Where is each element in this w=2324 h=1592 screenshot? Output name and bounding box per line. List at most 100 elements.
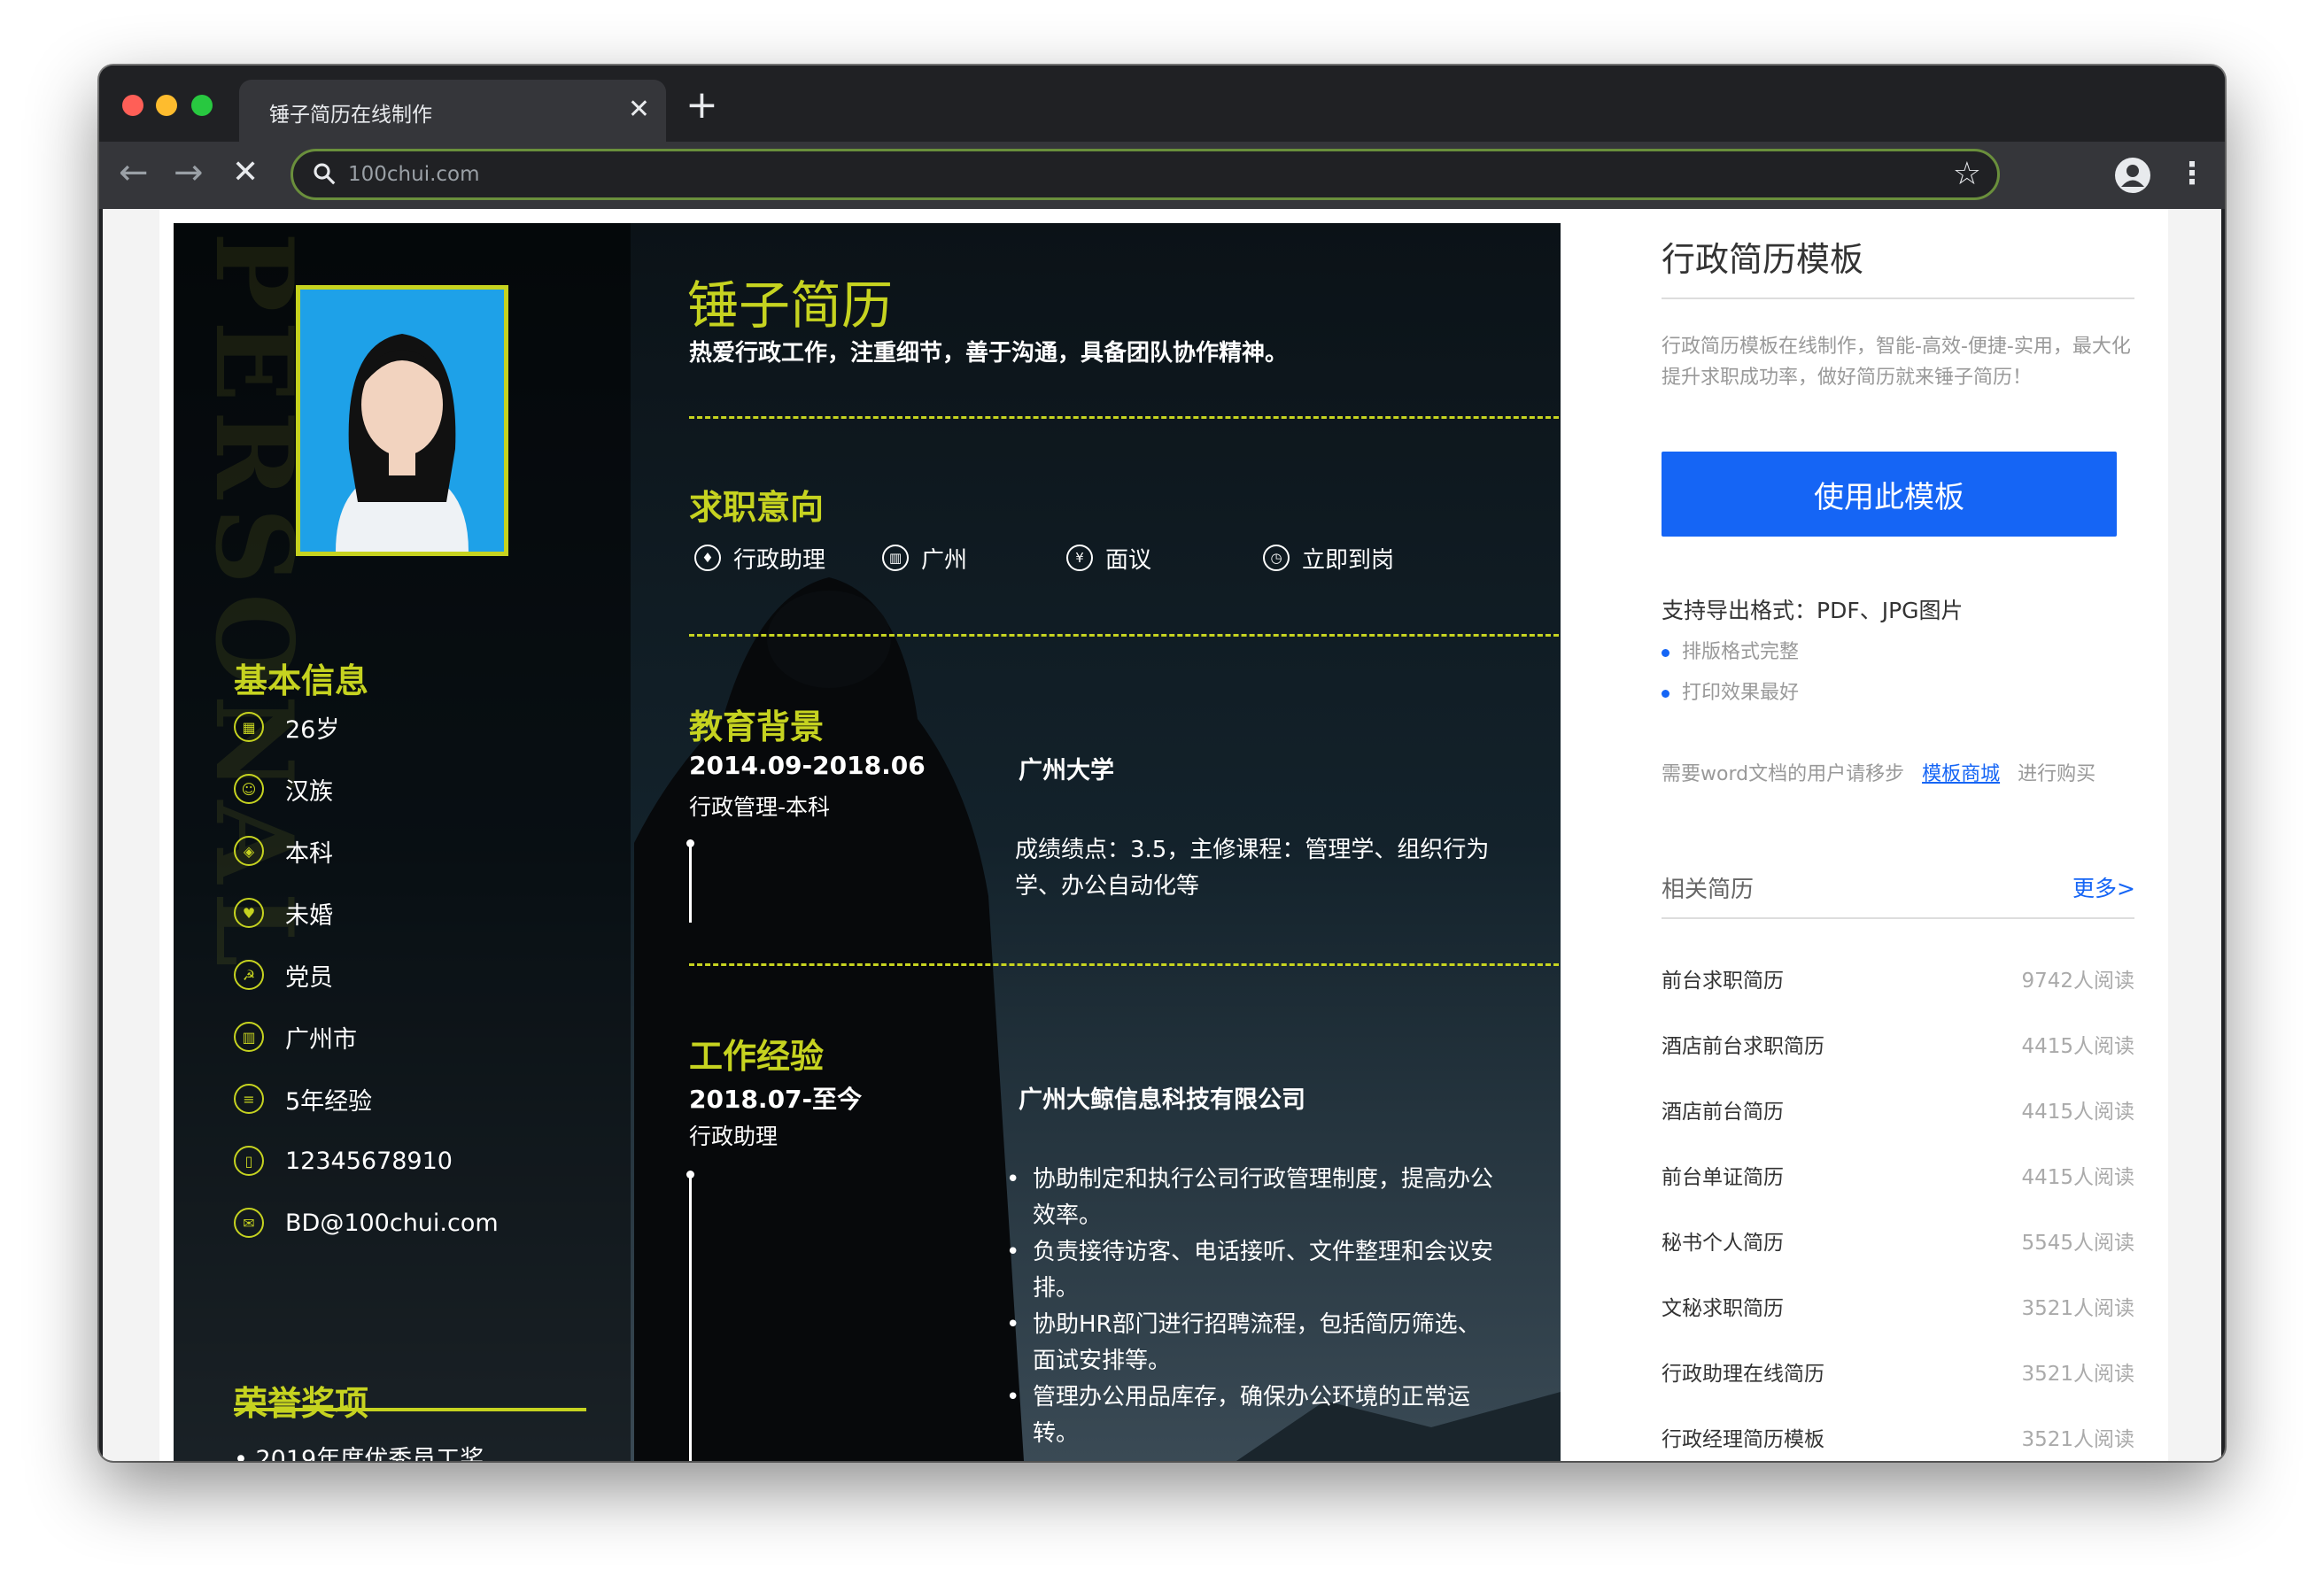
section-title-work: 工作经验 — [689, 1037, 825, 1076]
back-button[interactable]: ← — [119, 151, 149, 195]
divider — [1662, 298, 2134, 299]
section-title-honors: 荣誉奖项 — [234, 1384, 369, 1423]
close-window-button[interactable] — [122, 95, 143, 116]
related-resume-name[interactable]: 行政经理简历模板 — [1662, 1422, 1824, 1452]
building-icon: ▥ — [882, 545, 909, 571]
related-resume-name[interactable]: 秘书个人简历 — [1662, 1225, 1784, 1256]
graduation-cap-icon: ◈ — [234, 836, 264, 866]
duty-item: 管理办公用品库存，确保办公环境的正常运转。 — [1006, 1379, 1502, 1452]
bookmark-star-icon[interactable]: ☆ — [1953, 155, 1981, 194]
work-duties: 协助制定和执行公司行政管理制度，提高办公效率。负责接待访客、电话接听、文件整理和… — [1006, 1162, 1502, 1452]
related-resume-item[interactable]: 文秘求职简历 3521人阅读 — [1662, 1291, 2134, 1321]
browser-toolbar: ← → ✕ 100chui.com ☆ ⋮ — [99, 142, 2225, 209]
forward-button[interactable]: → — [174, 151, 204, 195]
resume-left-column: PERSONAL 基本信息 ▦ 26岁 ☺ 汉族 ◈ 本科 ♥ 未婚 ☭ 党员 ▥ 广州市 ≡ 5年经验 ▯… — [174, 223, 631, 1461]
basic-info-item: ✉ BD@100chui.com — [234, 1205, 499, 1240]
basic-info-item: ☭ 党员 — [234, 957, 333, 993]
new-tab-button[interactable]: + — [686, 83, 718, 128]
related-resume-name[interactable]: 前台单证简历 — [1662, 1160, 1784, 1190]
duty-item: 协助制定和执行公司行政管理制度，提高办公效率。 — [1006, 1162, 1502, 1234]
browser-menu-icon[interactable]: ⋮ — [2177, 154, 2207, 193]
intent-text: 面议 — [1105, 546, 1152, 574]
page-content: PERSONAL 基本信息 ▦ 26岁 ☺ 汉族 ◈ 本科 ♥ 未婚 ☭ 党员 ▥ 广州市 ≡ 5年经验 ▯… — [159, 209, 2168, 1461]
basic-info-text: 12345678910 — [285, 1147, 453, 1175]
feature-bullet: 打印效果最好 — [1662, 676, 1799, 705]
related-resume-views: 3521人阅读 — [2021, 1363, 2134, 1386]
tie-icon: ♦ — [694, 545, 721, 571]
profile-avatar-icon[interactable] — [2115, 158, 2150, 193]
related-resume-views: 4415人阅读 — [2021, 1166, 2134, 1189]
related-resume-name[interactable]: 酒店前台简历 — [1662, 1094, 1784, 1124]
stop-loading-button[interactable]: ✕ — [232, 151, 259, 195]
related-title: 相关简历 — [1662, 877, 1755, 903]
export-formats: 支持导出格式：PDF、JPG图片 — [1662, 598, 1964, 623]
intent-text: 广州 — [921, 546, 968, 574]
dashed-divider — [689, 963, 1559, 966]
tab-close-icon[interactable]: ✕ — [628, 92, 650, 128]
education-detail: 成绩绩点：3.5，主修课程：管理学、组织行为学、办公自动化等 — [1015, 837, 1490, 900]
tab-active[interactable]: 锤子简历在线制作 ✕ — [239, 80, 666, 142]
basic-info-item: ▦ 26岁 — [234, 709, 339, 745]
intent-text: 立即到岗 — [1302, 546, 1395, 574]
basic-info-item: ☺ 汉族 — [234, 771, 333, 807]
related-resume-views: 9742人阅读 — [2021, 970, 2134, 993]
word-notice-suffix: 进行购买 — [2018, 763, 2096, 785]
duty-item: 协助HR部门进行招聘流程，包括简历筛选、面试安排等。 — [1006, 1307, 1502, 1379]
related-resume-views: 5545人阅读 — [2021, 1232, 2134, 1255]
word-notice: 需要word文档的用户请移步 模板商城 进行购买 — [1662, 758, 2095, 786]
person-icon: ☺ — [234, 774, 264, 804]
related-resume-item[interactable]: 酒店前台求职简历 4415人阅读 — [1662, 1029, 2134, 1059]
phone-icon: ▯ — [234, 1146, 264, 1176]
more-link[interactable]: 更多> — [2072, 871, 2135, 903]
tab-title: 锤子简历在线制作 — [269, 104, 432, 127]
template-store-link[interactable]: 模板商城 — [1922, 763, 2000, 785]
basic-info-item: ▥ 广州市 — [234, 1019, 357, 1055]
maximize-window-button[interactable] — [191, 95, 213, 116]
related-resume-views: 3521人阅读 — [2021, 1428, 2134, 1451]
related-resume-item[interactable]: 行政经理简历模板 3521人阅读 — [1662, 1422, 2134, 1452]
related-resume-name[interactable]: 前台求职简历 — [1662, 963, 1784, 993]
url-text: 100chui.com — [348, 163, 480, 186]
use-template-button[interactable]: 使用此模板 — [1662, 452, 2117, 537]
related-resume-name[interactable]: 文秘求职简历 — [1662, 1291, 1784, 1321]
intent-item: ¥ 面议 — [1066, 538, 1151, 577]
basic-info-text: BD@100chui.com — [285, 1209, 499, 1237]
timeline-line — [686, 1171, 694, 1461]
browser-window: 锤子简历在线制作 ✕ + ← → ✕ 100chui.com ☆ ⋮ PERSO… — [99, 66, 2225, 1461]
profile-photo — [296, 285, 508, 556]
section-title-education: 教育背景 — [689, 707, 825, 746]
address-bar[interactable]: 100chui.com ☆ — [290, 149, 2000, 200]
document-icon: ≡ — [234, 1084, 264, 1114]
basic-info-text: 26岁 — [285, 715, 340, 744]
minimize-window-button[interactable] — [156, 95, 177, 116]
calendar-icon: ▦ — [234, 712, 264, 742]
basic-info-item: ≡ 5年经验 — [234, 1081, 372, 1117]
building-icon: ▥ — [234, 1022, 264, 1052]
word-notice-prefix: 需要word文档的用户请移步 — [1662, 763, 1905, 785]
related-resume-item[interactable]: 行政助理在线简历 3521人阅读 — [1662, 1356, 2134, 1387]
mail-icon: ✉ — [234, 1208, 264, 1238]
search-icon — [314, 163, 336, 185]
intent-item: ◷ 立即到岗 — [1263, 538, 1394, 577]
feature-bullet: 排版格式完整 — [1662, 636, 1799, 664]
related-resume-item[interactable]: 秘书个人简历 5545人阅读 — [1662, 1225, 2134, 1256]
basic-info-item: ◈ 本科 — [234, 833, 333, 869]
basic-info-text: 5年经验 — [285, 1087, 373, 1116]
duty-item: 负责接待访客、电话接听、文件整理和会议安排。 — [1006, 1234, 1502, 1307]
party-emblem-icon: ☭ — [234, 960, 264, 990]
timeline-line — [686, 839, 694, 923]
related-resume-item[interactable]: 酒店前台简历 4415人阅读 — [1662, 1094, 2134, 1124]
related-resume-item[interactable]: 前台求职简历 9742人阅读 — [1662, 963, 2134, 993]
related-resume-name[interactable]: 行政助理在线简历 — [1662, 1356, 1824, 1387]
tab-bar: 锤子简历在线制作 ✕ + — [99, 66, 2225, 142]
related-resume-name[interactable]: 酒店前台求职简历 — [1662, 1029, 1824, 1059]
work-position: 行政助理 — [689, 1124, 779, 1149]
related-resume-views: 4415人阅读 — [2021, 1101, 2134, 1124]
related-resume-item[interactable]: 前台单证简历 4415人阅读 — [1662, 1160, 2134, 1190]
education-major: 行政管理-本科 — [689, 794, 831, 820]
basic-info-text: 未婚 — [285, 901, 333, 930]
resume-motto: 热爱行政工作，注重细节，善于沟通，具备团队协作精神。 — [689, 340, 1289, 367]
education-school: 广州大学 — [1019, 757, 1114, 784]
intent-item: ♦ 行政助理 — [694, 538, 825, 577]
yuan-icon: ¥ — [1066, 545, 1093, 571]
